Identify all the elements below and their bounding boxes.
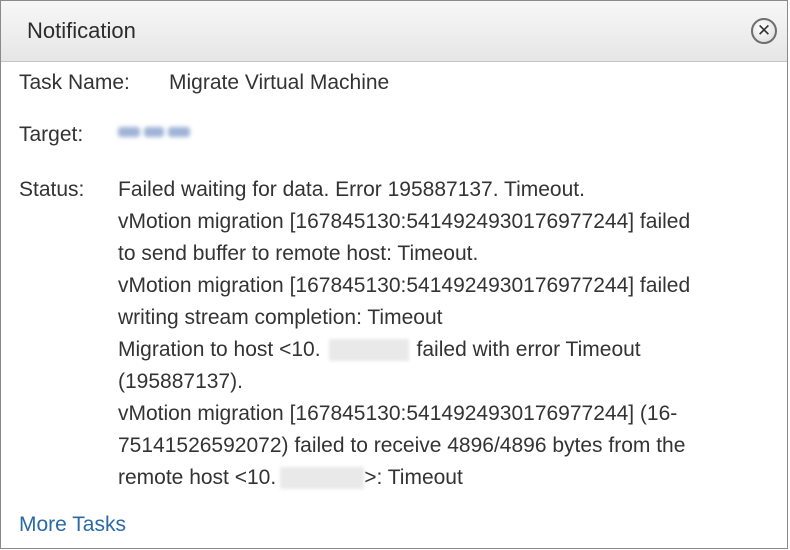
close-icon[interactable]: ✕ bbox=[751, 18, 777, 44]
notification-dialog: Notification ✕ Task Name: Migrate Virtua… bbox=[0, 0, 788, 549]
status-line: Migration to host <10. failed with error … bbox=[118, 334, 778, 366]
status-line: vMotion migration [167845130:54149249301… bbox=[118, 402, 678, 425]
status-message: Failed waiting for data. Error 195887137… bbox=[118, 174, 778, 494]
task-name-label: Task Name: bbox=[19, 71, 130, 94]
status-line: vMotion migration [167845130:54149249301… bbox=[118, 274, 691, 297]
redacted-ip bbox=[328, 339, 409, 362]
target-label: Target: bbox=[19, 123, 84, 146]
remote-host-prefix: remote host <10. bbox=[118, 466, 277, 489]
status-line: remote host <10. >: Timeout bbox=[118, 462, 778, 494]
more-tasks-link[interactable]: More Tasks bbox=[19, 513, 126, 537]
target-value-redacted bbox=[118, 121, 192, 143]
status-line: (195887137). bbox=[118, 370, 243, 393]
remote-host-suffix: >: Timeout bbox=[364, 466, 463, 489]
task-name-value: Migrate Virtual Machine bbox=[169, 71, 390, 94]
host-prefix: Migration to host <10. bbox=[118, 338, 321, 361]
status-line: 75141526592072) failed to receive 4896/4… bbox=[118, 434, 686, 457]
status-line: to send buffer to remote host: Timeout. bbox=[118, 242, 479, 265]
status-line: Failed waiting for data. Error 195887137… bbox=[118, 178, 585, 201]
dialog-title: Notification bbox=[27, 18, 136, 43]
status-line: vMotion migration [167845130:54149249301… bbox=[118, 210, 691, 233]
dialog-titlebar: Notification ✕ bbox=[1, 1, 787, 62]
status-line: writing stream completion: Timeout bbox=[118, 306, 443, 329]
status-label: Status: bbox=[19, 178, 85, 201]
redacted-ip bbox=[280, 467, 365, 490]
host-suffix: failed with error Timeout bbox=[416, 338, 641, 361]
